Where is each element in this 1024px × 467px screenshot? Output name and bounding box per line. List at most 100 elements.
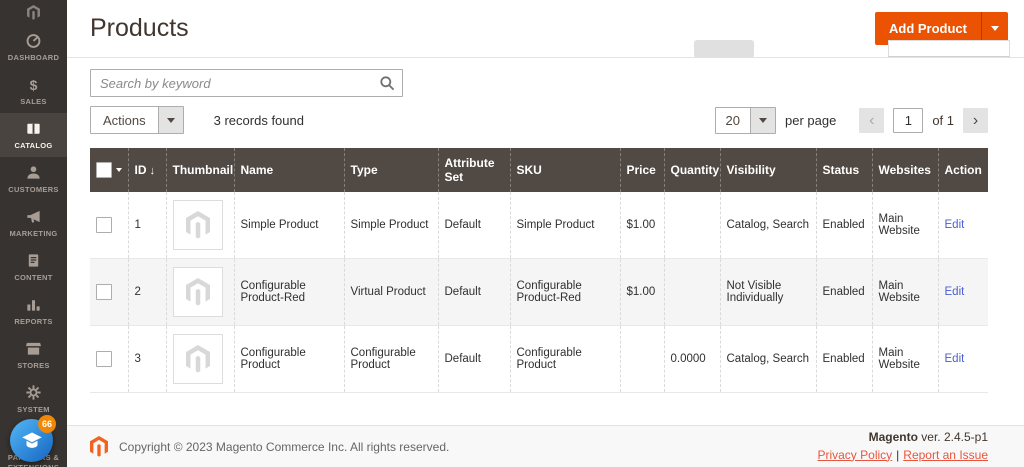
- edit-link[interactable]: Edit: [945, 353, 965, 365]
- cell-websites: Main Website: [871, 258, 938, 326]
- cell-status: Enabled: [815, 192, 872, 259]
- footer-right: Magento ver. 2.4.5-p1 Privacy Policy | Rep…: [817, 429, 988, 464]
- grid-controls-row: Actions 3 records found 20 per page ‹ of…: [90, 106, 988, 134]
- column-header-id[interactable]: ID ↓: [127, 148, 166, 192]
- sidebar-item-label: CUSTOMERS: [8, 184, 59, 194]
- search-input[interactable]: [91, 70, 402, 96]
- brand-name: Magento: [868, 430, 918, 445]
- sidebar-item-label: DASHBOARD: [7, 52, 60, 62]
- row-checkbox[interactable]: [96, 351, 112, 367]
- sidebar-item-sales[interactable]: $ SALES: [0, 69, 67, 113]
- keyword-search-box: [90, 69, 403, 97]
- cell-visibility: Catalog, Search: [719, 192, 816, 259]
- select-all-column: [90, 148, 128, 192]
- cell-price: $1.00: [619, 192, 664, 259]
- column-header-visibility[interactable]: Visibility: [719, 148, 816, 192]
- magento-logo[interactable]: [0, 0, 67, 25]
- chevron-down-icon[interactable]: [115, 168, 122, 172]
- sidebar-item-content[interactable]: CONTENT: [0, 245, 67, 289]
- records-count: 3 records found: [213, 112, 304, 128]
- actions-label: Actions: [103, 112, 146, 128]
- copyright-text: Copyright © 2023 Magento Commerce Inc. A…: [119, 439, 450, 454]
- cell-id: 2: [127, 258, 166, 326]
- chat-badge: 66: [38, 415, 56, 433]
- chat-widget[interactable]: 66: [10, 415, 56, 462]
- sidebar-item-label: STORES: [17, 360, 50, 370]
- page-header: Products Add Product: [67, 0, 1024, 58]
- cell-visibility: Catalog, Search: [719, 325, 816, 393]
- edit-link[interactable]: Edit: [945, 219, 965, 231]
- cell-id: 1: [127, 192, 166, 259]
- column-header-sku[interactable]: SKU: [509, 148, 620, 192]
- sidebar-item-catalog[interactable]: CATALOG: [0, 112, 67, 157]
- cell-status: Enabled: [815, 325, 872, 393]
- row-checkbox[interactable]: [96, 217, 112, 233]
- table-row: 2 Configurable Product-Red Virtual Produ…: [90, 258, 988, 326]
- sidebar-item-label: MARKETING: [9, 228, 58, 238]
- link-separator: |: [896, 447, 900, 462]
- version-text: Magento ver. 2.4.5-p1: [817, 429, 988, 446]
- page-number-input[interactable]: [893, 107, 924, 133]
- admin-footer: Copyright © 2023 Magento Commerce Inc. A…: [67, 425, 1024, 467]
- column-header-thumbnail[interactable]: Thumbnail: [165, 148, 234, 192]
- sidebar-item-label: SALES: [20, 96, 47, 106]
- cell-attribute-set: Default: [437, 192, 510, 259]
- per-page-select[interactable]: 20: [714, 106, 776, 134]
- column-header-attribute-set[interactable]: Attribute Set: [437, 148, 510, 192]
- sidebar-item-customers[interactable]: CUSTOMERS: [0, 157, 67, 201]
- search-icon[interactable]: [375, 73, 399, 93]
- product-thumbnail: [172, 334, 223, 384]
- placeholder-image-icon: [186, 345, 210, 373]
- magento-footer-logo: [90, 436, 108, 457]
- sidebar-item-marketing[interactable]: MARKETING: [0, 201, 67, 245]
- per-page-label: per page: [784, 112, 837, 128]
- marketing-icon: [25, 208, 42, 226]
- page-title: Products: [90, 14, 189, 42]
- privacy-policy-link[interactable]: Privacy Policy: [817, 448, 892, 462]
- cell-attribute-set: Default: [437, 325, 510, 393]
- column-header-websites[interactable]: Websites: [871, 148, 938, 192]
- customers-icon: [25, 164, 42, 182]
- sidebar-item-label: CATALOG: [14, 140, 53, 150]
- partial-control-fragment: [694, 40, 754, 58]
- pagination-controls: 20 per page ‹ of 1 ›: [714, 106, 988, 134]
- chevron-down-icon: [166, 117, 175, 123]
- system-icon: [25, 384, 42, 402]
- select-all-checkbox[interactable]: [96, 162, 112, 178]
- sidebar-item-label: REPORTS: [14, 316, 53, 326]
- per-page-value: 20: [725, 112, 740, 128]
- cell-sku: Configurable Product-Red: [509, 258, 620, 326]
- next-page-button[interactable]: ›: [963, 107, 988, 133]
- column-header-quantity[interactable]: Quantity: [663, 148, 720, 192]
- chevron-down-icon: [758, 117, 767, 123]
- sales-icon: $: [29, 76, 38, 93]
- magento-logo-icon: [27, 5, 40, 20]
- per-page-caret[interactable]: [749, 107, 775, 133]
- prev-page-button[interactable]: ‹: [859, 107, 885, 133]
- actions-caret[interactable]: [157, 107, 183, 133]
- actions-dropdown[interactable]: Actions: [90, 106, 184, 134]
- column-header-price[interactable]: Price: [619, 148, 664, 192]
- footer-links: Privacy Policy | Report an Issue: [817, 447, 988, 464]
- product-thumbnail: [172, 267, 223, 317]
- cell-name: Simple Product: [233, 192, 344, 259]
- cell-id: 3: [127, 325, 166, 393]
- dashboard-icon: [25, 32, 42, 50]
- column-header-status[interactable]: Status: [815, 148, 872, 192]
- column-header-type[interactable]: Type: [343, 148, 438, 192]
- cell-type: Virtual Product: [343, 258, 438, 326]
- column-header-name[interactable]: Name: [233, 148, 344, 192]
- sidebar-item-stores[interactable]: STORES: [0, 333, 67, 377]
- placeholder-image-icon: [186, 211, 210, 239]
- grid-header-row: ID ↓ Thumbnail Name Type Attribute Set SK…: [90, 148, 988, 192]
- placeholder-image-icon: [186, 278, 210, 306]
- report-issue-link[interactable]: Report an Issue: [903, 448, 988, 462]
- sidebar-item-system[interactable]: SYSTEM: [0, 377, 67, 421]
- edit-link[interactable]: Edit: [945, 286, 965, 298]
- sidebar-item-reports[interactable]: REPORTS: [0, 289, 67, 333]
- table-row: 1 Simple Product Simple Product Default …: [90, 192, 988, 259]
- sidebar-item-dashboard[interactable]: DASHBOARD: [0, 25, 67, 69]
- row-checkbox[interactable]: [96, 284, 112, 300]
- sidebar-item-label: CONTENT: [14, 272, 53, 282]
- cell-quantity: [663, 192, 720, 259]
